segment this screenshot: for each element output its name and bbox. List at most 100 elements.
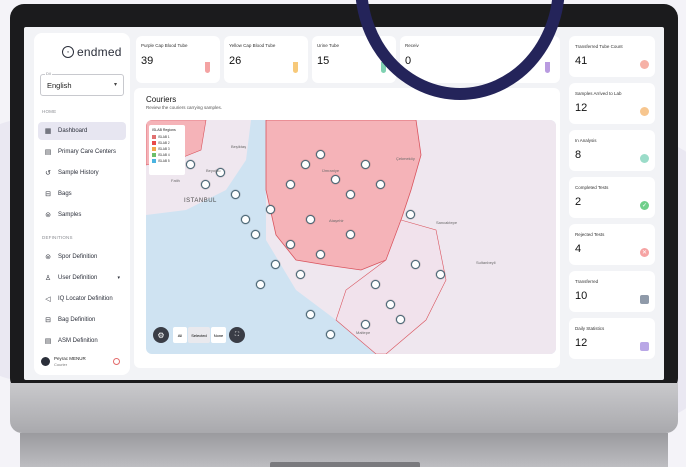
stat-label: In Analysis <box>575 138 597 143</box>
courier-marker-icon[interactable] <box>231 190 240 199</box>
couriers-map[interactable]: ISLAB Regions ISLAB 1 ISLAB 2 ISLAB 3 IS… <box>146 120 556 354</box>
map-place: Beyoğlu <box>206 168 221 173</box>
locator-icon: ◁ <box>45 296 51 303</box>
sidebar: ◦ endmed Dil English ▾ HOME ▦ Dashboard … <box>34 33 130 375</box>
legend-swatch <box>152 141 156 145</box>
courier-marker-icon[interactable] <box>266 205 275 214</box>
brand-logo[interactable]: ◦ endmed <box>62 45 122 59</box>
fullscreen-icon: ⛶ <box>234 331 240 338</box>
courier-marker-icon[interactable] <box>316 250 325 259</box>
sidebar-item-asm-definition[interactable]: ▤ ASM Definition <box>38 332 126 350</box>
stat-daily-statistics: Daily Statistics 12 <box>569 318 655 359</box>
stat-value: 12 <box>575 337 588 349</box>
stat-value: 10 <box>575 290 588 302</box>
courier-marker-icon[interactable] <box>386 300 395 309</box>
courier-marker-icon[interactable] <box>371 280 380 289</box>
truck-icon <box>640 295 649 304</box>
courier-marker-icon[interactable] <box>306 215 315 224</box>
fullscreen-button[interactable]: ⛶ <box>229 327 245 343</box>
card-value: 26 <box>229 55 242 67</box>
courier-marker-icon[interactable] <box>396 315 405 324</box>
sidebar-item-bags[interactable]: ⊟ Bags <box>38 185 126 203</box>
app-screen: ◦ endmed Dil English ▾ HOME ▦ Dashboard … <box>24 27 664 380</box>
sidebar-item-samples[interactable]: ⊜ Samples <box>38 206 126 224</box>
sidebar-item-spor-definition[interactable]: ⊜ Spor Definition <box>38 248 126 266</box>
language-label: Dil <box>45 71 52 76</box>
legend-swatch <box>152 159 156 163</box>
card-value: 39 <box>141 55 154 67</box>
language-select[interactable]: Dil English ▾ <box>40 71 124 96</box>
map-place: Fatih <box>171 178 180 183</box>
stat-label: Rejected Tests <box>575 232 605 237</box>
stat-label: Completed Tests <box>575 185 609 190</box>
sidebar-item-label: ASM Definition <box>58 338 98 344</box>
map-place: Ümraniye <box>322 168 340 173</box>
sidebar-item-label: Dashboard <box>58 128 88 134</box>
courier-marker-icon[interactable] <box>286 180 295 189</box>
courier-marker-icon[interactable] <box>361 320 370 329</box>
courier-marker-icon[interactable] <box>326 330 335 339</box>
sidebar-item-label: Sample History <box>58 170 99 176</box>
courier-marker-icon[interactable] <box>376 180 385 189</box>
map-place: Maltepe <box>356 330 371 335</box>
legend-label: ISLAB 2 <box>158 141 170 145</box>
courier-marker-icon[interactable] <box>186 160 195 169</box>
courier-marker-icon[interactable] <box>361 160 370 169</box>
tube-icon <box>545 62 550 73</box>
bag-icon: ⊟ <box>45 191 51 198</box>
sidebar-item-primary-care-centers[interactable]: ▤ Primary Care Centers <box>38 143 126 161</box>
courier-marker-icon[interactable] <box>256 280 265 289</box>
logout-icon[interactable] <box>113 357 120 365</box>
marketing-stage: ◦ endmed Dil English ▾ HOME ▦ Dashboard … <box>0 0 686 467</box>
legend-label: ISLAB 4 <box>158 153 170 157</box>
legend-title: ISLAB Regions <box>152 128 176 132</box>
courier-marker-icon[interactable] <box>241 215 250 224</box>
sidebar-item-sample-history[interactable]: ↺ Sample History <box>38 164 126 182</box>
history-icon: ↺ <box>45 170 51 177</box>
filter-all-button[interactable]: All <box>173 327 187 343</box>
tube-icon <box>293 62 298 73</box>
filter-none-button[interactable]: None <box>211 327 226 343</box>
stat-in-analysis: In Analysis 8 <box>569 130 655 171</box>
sidebar-item-bag-definition[interactable]: ⊟ Bag Definition <box>38 311 126 329</box>
filter-selected-button[interactable]: Selected <box>188 327 210 343</box>
map-place: Beşiktaş <box>231 144 247 149</box>
building-icon: ▤ <box>44 338 52 345</box>
courier-marker-icon[interactable] <box>346 230 355 239</box>
courier-marker-icon[interactable] <box>286 240 295 249</box>
courier-marker-icon[interactable] <box>406 210 415 219</box>
courier-marker-icon[interactable] <box>331 175 340 184</box>
user-profile[interactable]: Peyrac MENUR Courier <box>38 351 126 371</box>
progress-icon <box>640 154 649 163</box>
legend-label: ISLAB 5 <box>158 159 170 163</box>
courier-marker-icon[interactable] <box>306 310 315 319</box>
courier-marker-icon[interactable] <box>436 270 445 279</box>
map-settings-button[interactable]: ⚙ <box>153 327 169 343</box>
legend-item[interactable]: ISLAB 5 <box>152 158 182 164</box>
courier-marker-icon[interactable] <box>296 270 305 279</box>
map-place: Sultanbeyli <box>476 260 496 265</box>
section-home-label: HOME <box>42 109 57 114</box>
courier-marker-icon[interactable] <box>316 150 325 159</box>
courier-marker-icon[interactable] <box>251 230 260 239</box>
map-legend: ISLAB Regions ISLAB 1 ISLAB 2 ISLAB 3 IS… <box>149 125 185 175</box>
sidebar-item-dashboard[interactable]: ▦ Dashboard <box>38 122 126 140</box>
tube-icon <box>205 62 210 73</box>
courier-marker-icon[interactable] <box>301 160 310 169</box>
courier-marker-icon[interactable] <box>411 260 420 269</box>
sample-icon: ⊜ <box>45 254 51 261</box>
stat-label: Daily Statistics <box>575 326 605 331</box>
sidebar-item-label: Bag Definition <box>58 317 96 323</box>
stat-label: Transferred Tube Count <box>575 44 623 49</box>
check-icon: ✓ <box>640 201 649 210</box>
sidebar-item-iq-locator-definition[interactable]: ◁ IQ Locator Definition <box>38 290 126 308</box>
dashboard-icon: ▦ <box>44 128 52 135</box>
courier-marker-icon[interactable] <box>271 260 280 269</box>
courier-marker-icon[interactable] <box>201 180 210 189</box>
map-place: Sancaktepe <box>436 220 458 225</box>
stat-rejected-tests: Rejected Tests 4 ✕ <box>569 224 655 265</box>
language-value: English <box>47 81 72 90</box>
courier-marker-icon[interactable] <box>346 190 355 199</box>
sidebar-item-user-definition[interactable]: ♙ User Definition ▾ <box>38 269 126 287</box>
stat-samples-arrived: Samples Arrived to Lab 12 <box>569 83 655 124</box>
